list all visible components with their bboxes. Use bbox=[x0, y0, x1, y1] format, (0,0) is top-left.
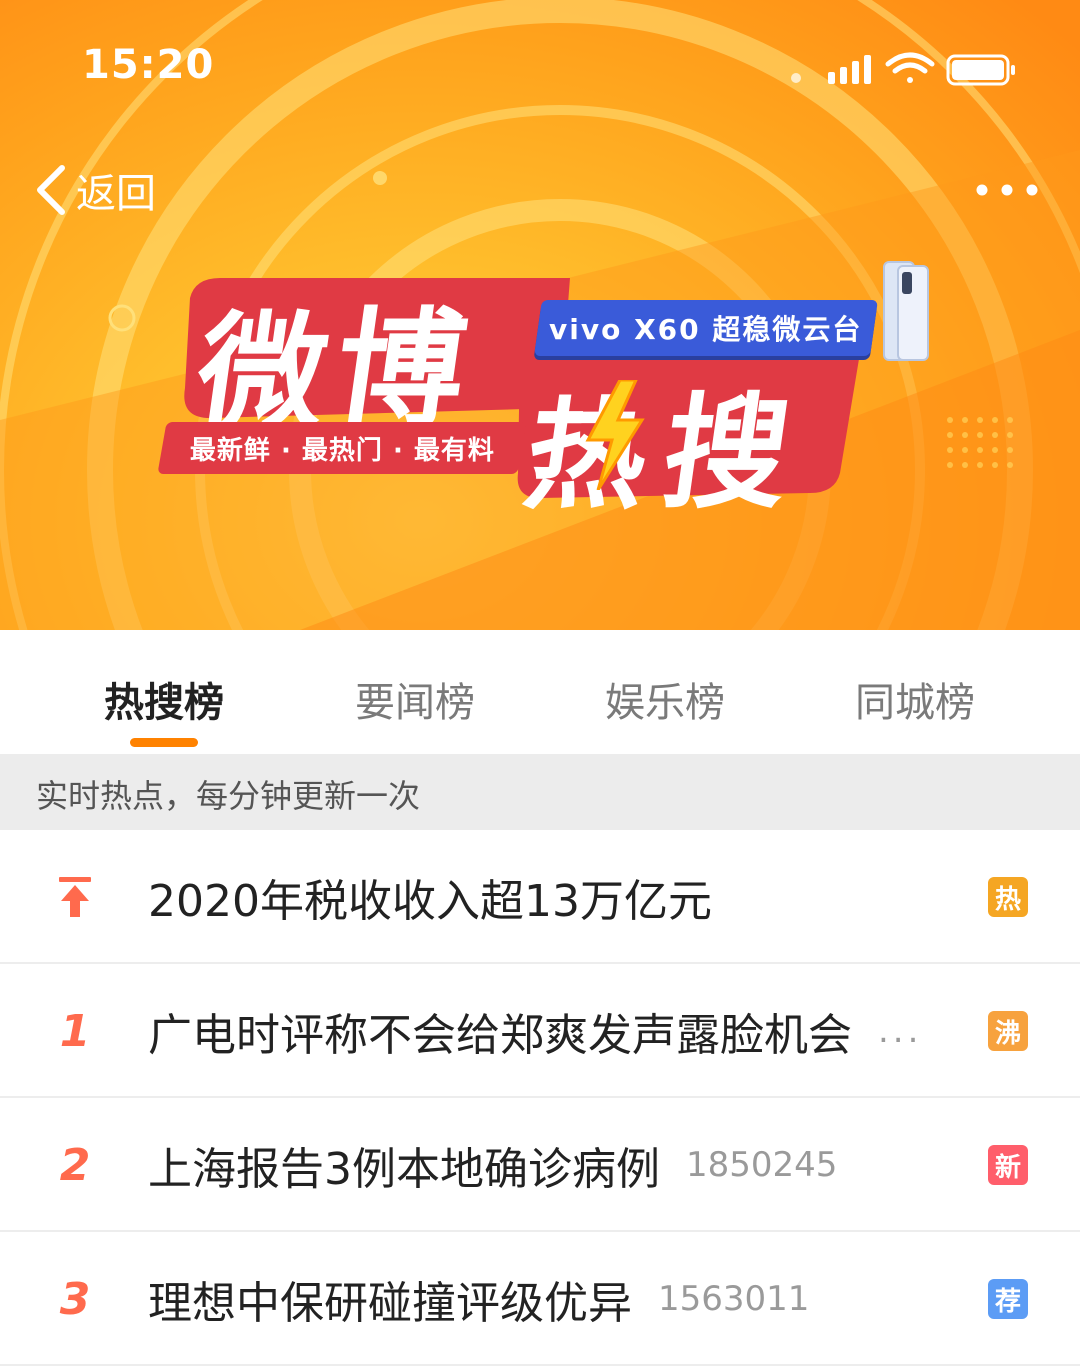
rank-cell bbox=[40, 830, 110, 964]
item-title-wrap: 广电时评称不会给郑爽发声露脸机会 ... bbox=[148, 964, 938, 1098]
ranking-tabs: 热搜榜 要闻榜 娱乐榜 同城榜 bbox=[0, 630, 1080, 754]
item-count: 1850245 bbox=[686, 1145, 838, 1185]
hot-search-list: 2020年税收收入超13万亿元 热 1 广电时评称不会给郑爽发声露脸机会 ...… bbox=[0, 830, 1080, 1366]
sponsor-tag-text: vivo X60 超稳微云台 bbox=[549, 313, 863, 346]
truncation-ellipsis: ... bbox=[878, 1011, 923, 1051]
list-item[interactable]: 3 理想中保研碰撞评级优异 1563011 荐 bbox=[0, 1232, 1080, 1366]
slogan-text: 最新鲜 · 最热门 · 最有料 bbox=[189, 435, 495, 466]
back-button[interactable]: 返回 bbox=[30, 160, 156, 220]
item-count: 1563011 bbox=[658, 1279, 810, 1319]
list-item[interactable]: 1 广电时评称不会给郑爽发声露脸机会 ... 沸 bbox=[0, 964, 1080, 1098]
item-title: 上海报告3例本地确诊病例 bbox=[148, 1144, 660, 1195]
tab-news[interactable]: 要闻榜 bbox=[290, 670, 540, 728]
pinned-top-icon bbox=[59, 877, 91, 917]
chevron-left-icon bbox=[37, 165, 65, 215]
recommend-badge: 荐 bbox=[988, 1279, 1028, 1319]
battery-icon bbox=[946, 54, 1015, 86]
wifi-icon bbox=[885, 52, 935, 83]
lightning-icon bbox=[585, 380, 645, 490]
tab-local[interactable]: 同城榜 bbox=[790, 670, 1040, 728]
item-title: 广电时评称不会给郑爽发声露脸机会 bbox=[148, 1010, 852, 1061]
item-title-wrap: 上海报告3例本地确诊病例 1850245 bbox=[148, 1098, 938, 1232]
slogan-banner: 最新鲜 · 最热门 · 最有料 bbox=[157, 422, 527, 474]
list-item[interactable]: 2 上海报告3例本地确诊病例 1850245 新 bbox=[0, 1098, 1080, 1232]
active-tab-indicator bbox=[130, 738, 198, 747]
boiling-badge: 沸 bbox=[988, 1011, 1028, 1051]
signal-icon bbox=[828, 55, 871, 84]
sponsor-tag: vivo X60 超稳微云台 bbox=[534, 300, 878, 356]
item-title: 2020年税收收入超13万亿元 bbox=[148, 876, 712, 927]
item-title-wrap: 理想中保研碰撞评级优异 1563011 bbox=[148, 1232, 938, 1366]
item-title: 理想中保研碰撞评级优异 bbox=[148, 1278, 632, 1329]
rank-number: 2 bbox=[59, 1139, 91, 1191]
title-char-4: 搜 bbox=[654, 382, 799, 526]
tab-hot-search[interactable]: 热搜榜 bbox=[39, 670, 289, 728]
status-bar: 15:20 bbox=[0, 0, 1080, 130]
rank-number: 1 bbox=[59, 1005, 91, 1057]
status-icons bbox=[791, 52, 1015, 86]
hot-badge: 热 bbox=[988, 877, 1028, 917]
dot-icon bbox=[791, 73, 801, 83]
realtime-notice: 实时热点，每分钟更新一次 bbox=[0, 754, 1080, 830]
item-title-wrap: 2020年税收收入超13万亿元 bbox=[148, 830, 938, 964]
status-time: 15:20 bbox=[82, 42, 215, 88]
more-options-icon[interactable] bbox=[972, 170, 1042, 210]
hot-search-banner: 15:20 返回 微 博 热 搜 vivo X60 超稳微云台 最新鲜 · 最热… bbox=[0, 0, 1080, 630]
list-item[interactable]: 2020年税收收入超13万亿元 热 bbox=[0, 830, 1080, 964]
new-badge: 新 bbox=[988, 1145, 1028, 1185]
back-label: 返回 bbox=[76, 171, 156, 217]
phone-product-image bbox=[883, 261, 929, 361]
rank-number: 3 bbox=[59, 1273, 91, 1325]
tab-entertainment[interactable]: 娱乐榜 bbox=[540, 670, 790, 728]
